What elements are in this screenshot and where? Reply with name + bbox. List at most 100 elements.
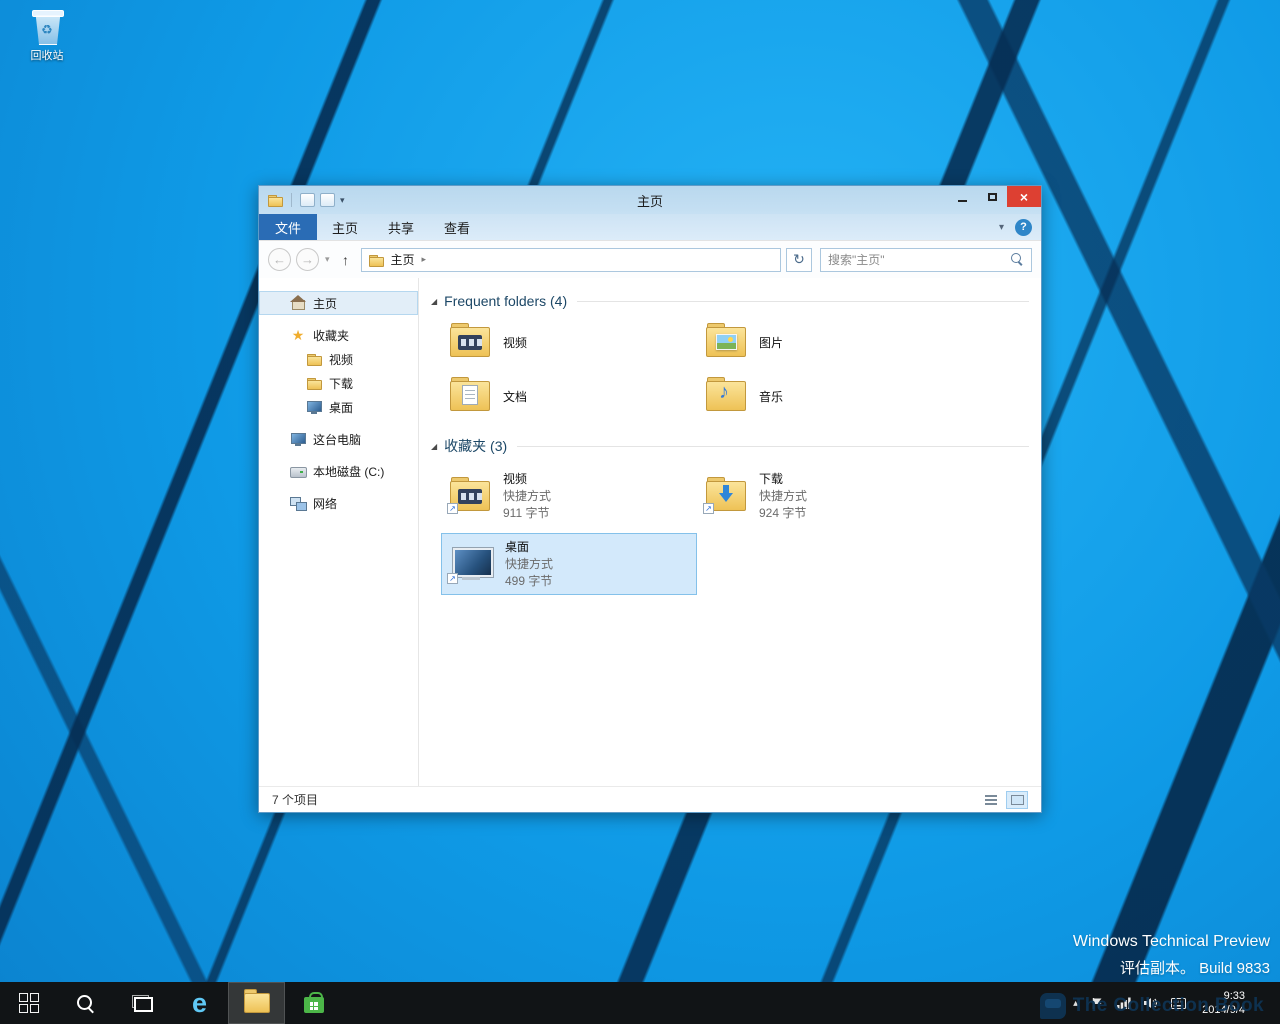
tile-music[interactable]: ♪ 音乐 <box>697 372 953 420</box>
help-icon[interactable]: ? <box>1015 219 1032 236</box>
address-bar[interactable]: 主页 ▸ <box>361 248 781 272</box>
group-title: 收藏夹 (3) <box>444 436 507 456</box>
folder-icon <box>306 375 322 391</box>
frequent-folders-grid: 视频 图片 文档 ♪ 音乐 <box>441 318 1029 420</box>
tile-size: 499 字节 <box>505 573 553 589</box>
details-view-button[interactable] <box>980 791 1002 809</box>
internet-explorer-icon: e <box>192 993 207 1013</box>
task-view-button[interactable] <box>114 982 171 1024</box>
tile-videos[interactable]: 视频 <box>441 318 697 366</box>
title-bar[interactable]: ▾ 主页 × <box>259 186 1041 214</box>
sidebar-item-home[interactable]: 主页 <box>259 291 418 315</box>
watermark-line2: 评估副本。 Build 9833 <box>1073 957 1270 978</box>
search-icon[interactable] <box>1011 253 1024 266</box>
refresh-button[interactable]: ↻ <box>786 248 812 272</box>
store-bag-icon <box>303 993 325 1013</box>
qat-dropdown-icon[interactable]: ▾ <box>340 195 345 206</box>
sidebar-item-desktop[interactable]: 桌面 <box>259 395 418 419</box>
explorer-window: ▾ 主页 × 文件 主页 共享 查看 ▾ ? ← → ▾ ↑ 主页 ▸ ↻ <box>258 185 1042 813</box>
film-emblem-icon <box>458 335 482 350</box>
close-button[interactable]: × <box>1007 186 1041 207</box>
tile-label: 图片 <box>759 334 783 351</box>
tile-kind: 快捷方式 <box>503 488 551 504</box>
sidebar-item-favorites[interactable]: ★ 收藏夹 <box>259 323 418 347</box>
forward-button[interactable]: → <box>296 248 319 271</box>
tile-videos-shortcut[interactable]: 视频 快捷方式 911 字节 <box>441 465 697 527</box>
sidebar-item-local-disk[interactable]: 本地磁盘 (C:) <box>259 459 418 483</box>
details-view-icon <box>985 795 997 805</box>
quick-access-toolbar: ▾ <box>259 192 345 208</box>
tab-home[interactable]: 主页 <box>317 214 373 240</box>
file-explorer-icon <box>244 993 270 1013</box>
store-button[interactable] <box>285 982 342 1024</box>
tile-downloads-shortcut[interactable]: 下载 快捷方式 924 字节 <box>697 465 953 527</box>
pictures-folder-icon <box>706 327 746 357</box>
star-icon: ★ <box>290 327 306 343</box>
tile-kind: 快捷方式 <box>505 556 553 572</box>
up-button[interactable]: ↑ <box>336 252 356 268</box>
breadcrumb-chevron-icon[interactable]: ▸ <box>422 254 427 265</box>
recycle-bin-label: 回收站 <box>12 47 82 63</box>
tile-size: 924 字节 <box>759 505 807 521</box>
toolbar-separator <box>291 193 292 207</box>
thumbnail-view-button[interactable] <box>1006 791 1028 809</box>
video-folder-icon <box>450 327 490 357</box>
back-button[interactable]: ← <box>268 248 291 271</box>
group-header-favorites[interactable]: ◢ 收藏夹 (3) <box>431 436 1029 456</box>
internet-explorer-button[interactable]: e <box>171 982 228 1024</box>
qat-newfolder-button[interactable] <box>320 193 335 207</box>
tab-share[interactable]: 共享 <box>373 214 429 240</box>
shortcut-arrow-icon <box>447 503 458 514</box>
sidebar-label: 视频 <box>329 351 353 368</box>
tile-desktop-shortcut-selected[interactable]: 桌面 快捷方式 499 字节 <box>441 533 697 595</box>
recycle-bin-shortcut[interactable]: ♻ 回收站 <box>12 8 82 63</box>
restore-icon <box>988 193 997 201</box>
task-view-icon <box>132 995 153 1012</box>
sidebar-item-network[interactable]: 网络 <box>259 491 418 515</box>
recent-locations-icon[interactable]: ▾ <box>324 254 331 265</box>
sidebar-label: 下载 <box>329 375 353 392</box>
group-collapse-icon[interactable]: ◢ <box>431 297 437 306</box>
watermark-line1: Windows Technical Preview <box>1073 933 1270 951</box>
status-bar: 7 个项目 <box>259 786 1041 812</box>
tab-file[interactable]: 文件 <box>259 214 317 240</box>
minimize-button[interactable] <box>947 186 977 207</box>
ribbon-tabstrip: 文件 主页 共享 查看 ▾ ? <box>259 214 1041 241</box>
restore-button[interactable] <box>977 186 1007 207</box>
address-toolbar: ← → ▾ ↑ 主页 ▸ ↻ <box>259 241 1041 278</box>
qat-properties-button[interactable] <box>300 193 315 207</box>
tile-documents[interactable]: 文档 <box>441 372 697 420</box>
tile-kind: 快捷方式 <box>759 488 807 504</box>
ribbon-expand-icon[interactable]: ▾ <box>999 222 1004 233</box>
search-box[interactable] <box>820 248 1032 272</box>
tile-pictures[interactable]: 图片 <box>697 318 953 366</box>
window-title: 主页 <box>259 191 1041 210</box>
tab-view[interactable]: 查看 <box>429 214 485 240</box>
group-rule <box>577 301 1029 302</box>
taskbar-search-button[interactable] <box>57 982 114 1024</box>
network-icon <box>290 495 306 511</box>
group-collapse-icon[interactable]: ◢ <box>431 442 437 451</box>
sidebar-item-this-pc[interactable]: 这台电脑 <box>259 427 418 451</box>
home-icon <box>290 295 306 311</box>
folder-icon <box>306 351 322 367</box>
sidebar-item-downloads[interactable]: 下载 <box>259 371 418 395</box>
monitor-icon <box>306 399 322 415</box>
video-folder-icon <box>450 481 490 511</box>
music-note-icon: ♪ <box>719 381 729 404</box>
sidebar-item-videos[interactable]: 视频 <box>259 347 418 371</box>
breadcrumb[interactable]: 主页 <box>391 251 415 268</box>
start-button[interactable] <box>0 982 57 1024</box>
window-system-icon[interactable] <box>267 192 283 208</box>
group-header-frequent[interactable]: ◢ Frequent folders (4) <box>431 293 1029 309</box>
tile-label: 下载 <box>759 471 807 487</box>
file-explorer-button[interactable] <box>228 982 285 1024</box>
documents-folder-icon <box>450 381 490 411</box>
shortcut-arrow-icon <box>447 573 458 584</box>
caption-buttons: × <box>947 186 1041 207</box>
favorites-grid: 视频 快捷方式 911 字节 下载 快捷方式 924 字节 <box>441 465 1029 595</box>
sidebar-label: 网络 <box>313 495 337 512</box>
sidebar-label: 收藏夹 <box>313 327 349 344</box>
search-input[interactable] <box>828 253 1011 267</box>
tile-label: 音乐 <box>759 388 783 405</box>
